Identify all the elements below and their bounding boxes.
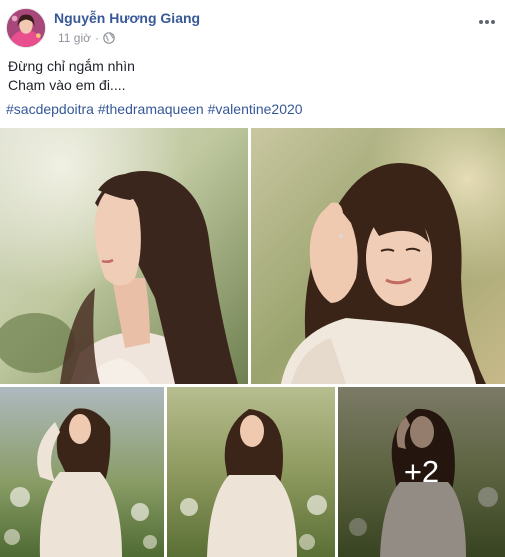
avatar-image — [7, 9, 45, 47]
hashtag-link[interactable]: #sacdepdoitra — [6, 101, 94, 117]
gallery-photo[interactable] — [0, 387, 164, 557]
meta-separator: · — [95, 31, 99, 45]
post-text: Đừng chỉ ngắm nhìn Chạm vào em đi.... — [8, 57, 497, 95]
gallery-photo[interactable] — [0, 128, 248, 384]
more-photos-count: +2 — [403, 454, 440, 489]
post-text-line: Chạm vào em đi.... — [8, 77, 126, 93]
gallery-photo[interactable] — [251, 128, 505, 384]
post-text-line: Đừng chỉ ngắm nhìn — [8, 58, 135, 74]
photo-image — [167, 387, 335, 557]
author-avatar[interactable] — [6, 8, 46, 48]
hashtag-link[interactable]: #thedramaqueen — [98, 101, 204, 117]
gallery-photo-more[interactable]: +2 — [338, 387, 505, 557]
photo-image — [0, 128, 248, 384]
more-photos-overlay[interactable]: +2 — [338, 387, 505, 557]
globe-icon[interactable] — [103, 32, 115, 44]
more-options-icon[interactable] — [477, 16, 497, 28]
post-header: Nguyễn Hương Giang 11 giờ · — [6, 6, 505, 50]
photo-gallery: +2 — [0, 128, 505, 557]
photo-image — [251, 128, 505, 384]
hashtag-link[interactable]: #valentine2020 — [208, 101, 303, 117]
facebook-post: Nguyễn Hương Giang 11 giờ · Đừng chỉ ngắ… — [0, 0, 505, 557]
author-name[interactable]: Nguyễn Hương Giang — [54, 10, 200, 26]
gallery-photo[interactable] — [167, 387, 335, 557]
post-time[interactable]: 11 giờ — [58, 31, 91, 45]
hashtag-list: #sacdepdoitra #thedramaqueen #valentine2… — [6, 101, 303, 117]
photo-image — [0, 387, 164, 557]
post-meta: 11 giờ · — [58, 31, 115, 45]
